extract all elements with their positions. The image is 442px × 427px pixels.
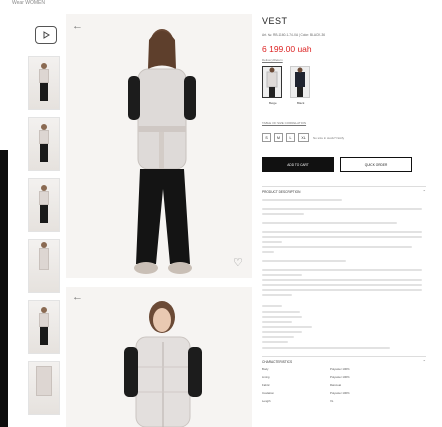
size-option-xl[interactable]: XL	[298, 133, 309, 142]
product-photo-main[interactable]: ← ♡	[66, 14, 252, 278]
char-value: Polyester 100%	[330, 367, 350, 371]
add-to-cart-button[interactable]: ADD TO CART	[262, 157, 334, 172]
quick-order-button[interactable]: QUICK ORDER	[340, 157, 412, 172]
heart-icon[interactable]: ♡	[233, 256, 243, 269]
characteristics-title: CHARACTERISTICS	[262, 360, 293, 364]
thumbnail[interactable]	[28, 239, 60, 293]
characteristics-header[interactable]: CHARACTERISTICS ⌃	[262, 356, 426, 364]
background-panel	[0, 150, 8, 427]
char-value: XL	[330, 399, 334, 403]
model-illustration	[128, 29, 196, 274]
char-value: Polyester 100%	[330, 375, 350, 379]
back-arrow-icon[interactable]: ←	[72, 20, 83, 32]
delivery-link[interactable]: Delivery/Return	[262, 58, 283, 62]
color-swatch-black[interactable]	[290, 66, 310, 98]
char-name: Lining	[262, 375, 270, 379]
thumbnail[interactable]	[28, 117, 60, 171]
thumbnail[interactable]	[28, 361, 60, 415]
chevron-up-icon: ⌃	[422, 189, 426, 194]
char-name: Insulation	[262, 391, 274, 395]
char-name: Fabric	[262, 383, 270, 387]
color-swatch-beige[interactable]	[262, 66, 282, 98]
thumbnail[interactable]	[28, 300, 60, 354]
description-header[interactable]: PRODUCT DESCRIPTION ⌃	[262, 186, 426, 194]
char-name: Length	[262, 399, 271, 403]
size-chart-link[interactable]: TABLE OF SIZE CORRELATION	[262, 121, 306, 125]
color-label: Beige	[269, 101, 277, 105]
char-name: Body	[262, 367, 269, 371]
size-option-s[interactable]: S	[262, 133, 271, 142]
video-button[interactable]	[35, 26, 57, 44]
char-value: Polyester 100%	[330, 391, 350, 395]
char-value: Raincoat	[330, 383, 342, 387]
play-icon	[43, 31, 50, 39]
color-label: Black	[297, 101, 305, 105]
product-price: 6 199.00 uah	[262, 44, 312, 54]
top-nav-cut: Wear WOMEN	[12, 0, 45, 6]
size-option-m[interactable]: M	[274, 133, 283, 142]
size-option-l[interactable]: L	[286, 133, 295, 142]
size-note[interactable]: No size in stock? Notify	[313, 136, 344, 140]
product-photo-secondary[interactable]: ←	[66, 287, 252, 427]
model-illustration	[124, 301, 202, 427]
description-title: PRODUCT DESCRIPTION	[262, 190, 301, 194]
thumbnail[interactable]	[28, 56, 60, 110]
product-sku: Art. №: RB-1160-1-74-XA | Color: BLACK-3…	[262, 33, 326, 37]
thumbnail-list	[28, 56, 60, 422]
back-arrow-icon[interactable]: ←	[72, 291, 83, 303]
thumbnail[interactable]	[28, 178, 60, 232]
chevron-up-icon: ⌃	[422, 359, 426, 364]
product-title: VEST	[262, 16, 288, 26]
